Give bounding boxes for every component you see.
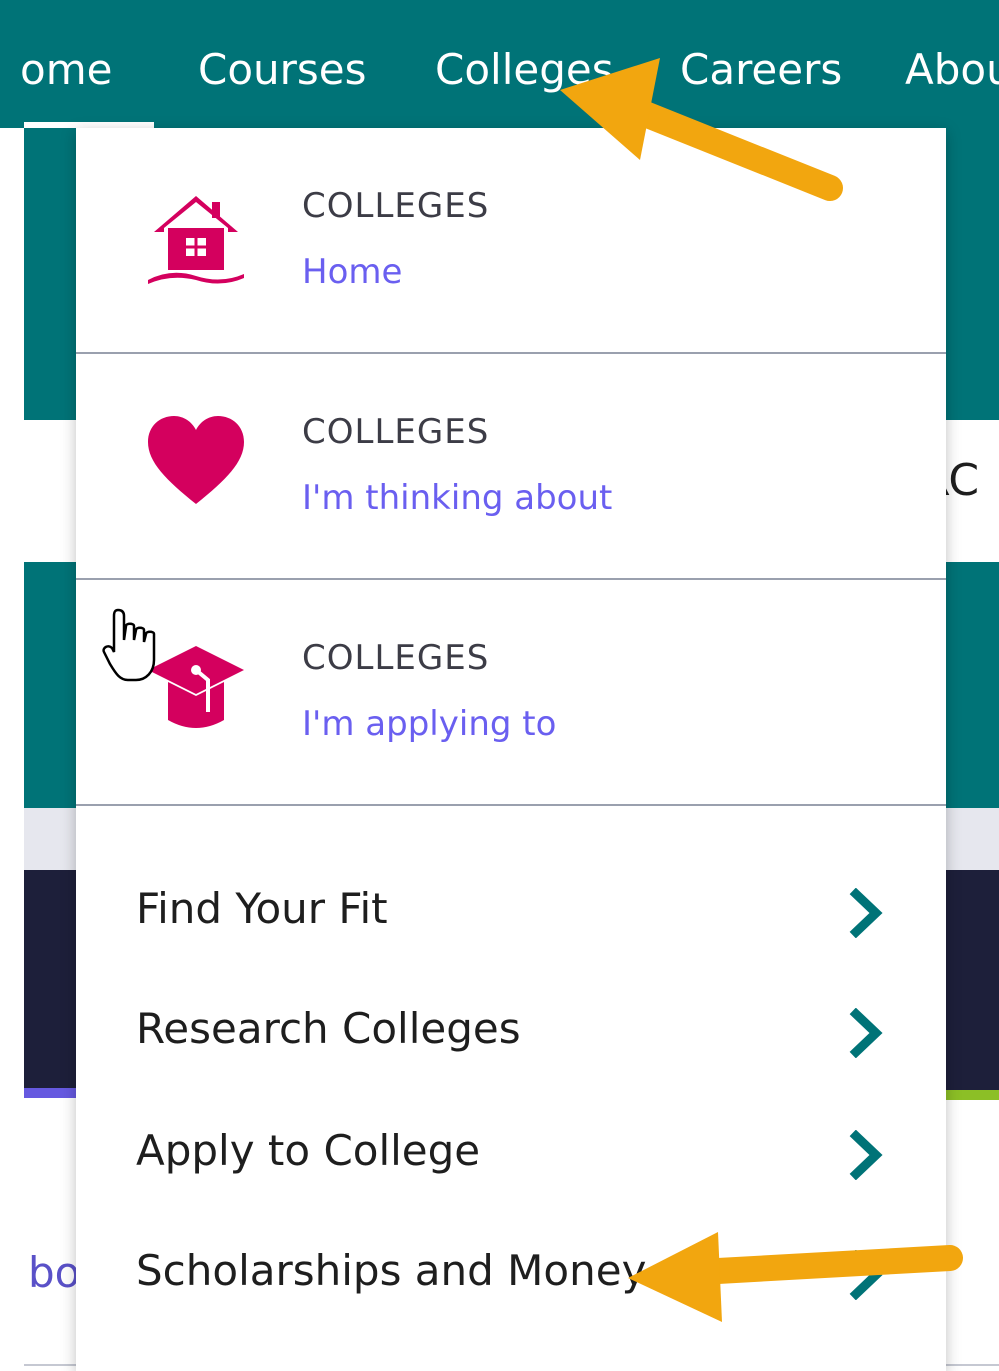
house-icon xyxy=(148,196,244,284)
menu-link-label: Scholarships and Money xyxy=(136,1246,647,1295)
card-title: Home xyxy=(302,252,403,292)
colleges-dropdown-menu: COLLEGES Home COLLEGES I'm thinking abou… xyxy=(76,128,946,1371)
menu-card-applying-to[interactable]: COLLEGES I'm applying to xyxy=(76,580,946,806)
nav-courses[interactable]: Courses xyxy=(198,42,367,98)
heart-icon xyxy=(148,416,244,504)
background-link-fragment[interactable]: bo xyxy=(28,1248,80,1297)
menu-link-label: Research Colleges xyxy=(136,1004,521,1053)
menu-card-thinking-about[interactable]: COLLEGES I'm thinking about xyxy=(76,354,946,580)
card-kicker: COLLEGES xyxy=(302,186,490,226)
hand-cursor-icon xyxy=(102,608,156,682)
menu-link-apply-to-college[interactable]: Apply to College xyxy=(136,1116,896,1196)
menu-link-research-colleges[interactable]: Research Colleges xyxy=(136,994,896,1074)
nav-about[interactable]: Abou xyxy=(905,42,999,98)
nav-colleges[interactable]: Colleges xyxy=(435,42,614,98)
card-title: I'm applying to xyxy=(302,704,557,744)
nav-home[interactable]: ome xyxy=(20,42,112,98)
graduation-cap-icon xyxy=(148,646,244,728)
nav-careers[interactable]: Careers xyxy=(680,42,842,98)
top-navigation-bar: ome Courses Colleges Careers Abou xyxy=(0,0,999,128)
chevron-right-icon xyxy=(849,888,883,938)
chevron-right-icon xyxy=(849,1250,883,1300)
card-kicker: COLLEGES xyxy=(302,638,490,678)
menu-link-scholarships-and-money[interactable]: Scholarships and Money xyxy=(136,1236,896,1316)
chevron-right-icon xyxy=(849,1130,883,1180)
card-kicker: COLLEGES xyxy=(302,412,490,452)
menu-card-colleges-home[interactable]: COLLEGES Home xyxy=(76,128,946,354)
card-title: I'm thinking about xyxy=(302,478,613,518)
menu-link-label: Apply to College xyxy=(136,1126,481,1175)
chevron-right-icon xyxy=(849,1008,883,1058)
menu-link-label: Find Your Fit xyxy=(136,884,388,933)
menu-link-find-your-fit[interactable]: Find Your Fit xyxy=(136,874,896,954)
